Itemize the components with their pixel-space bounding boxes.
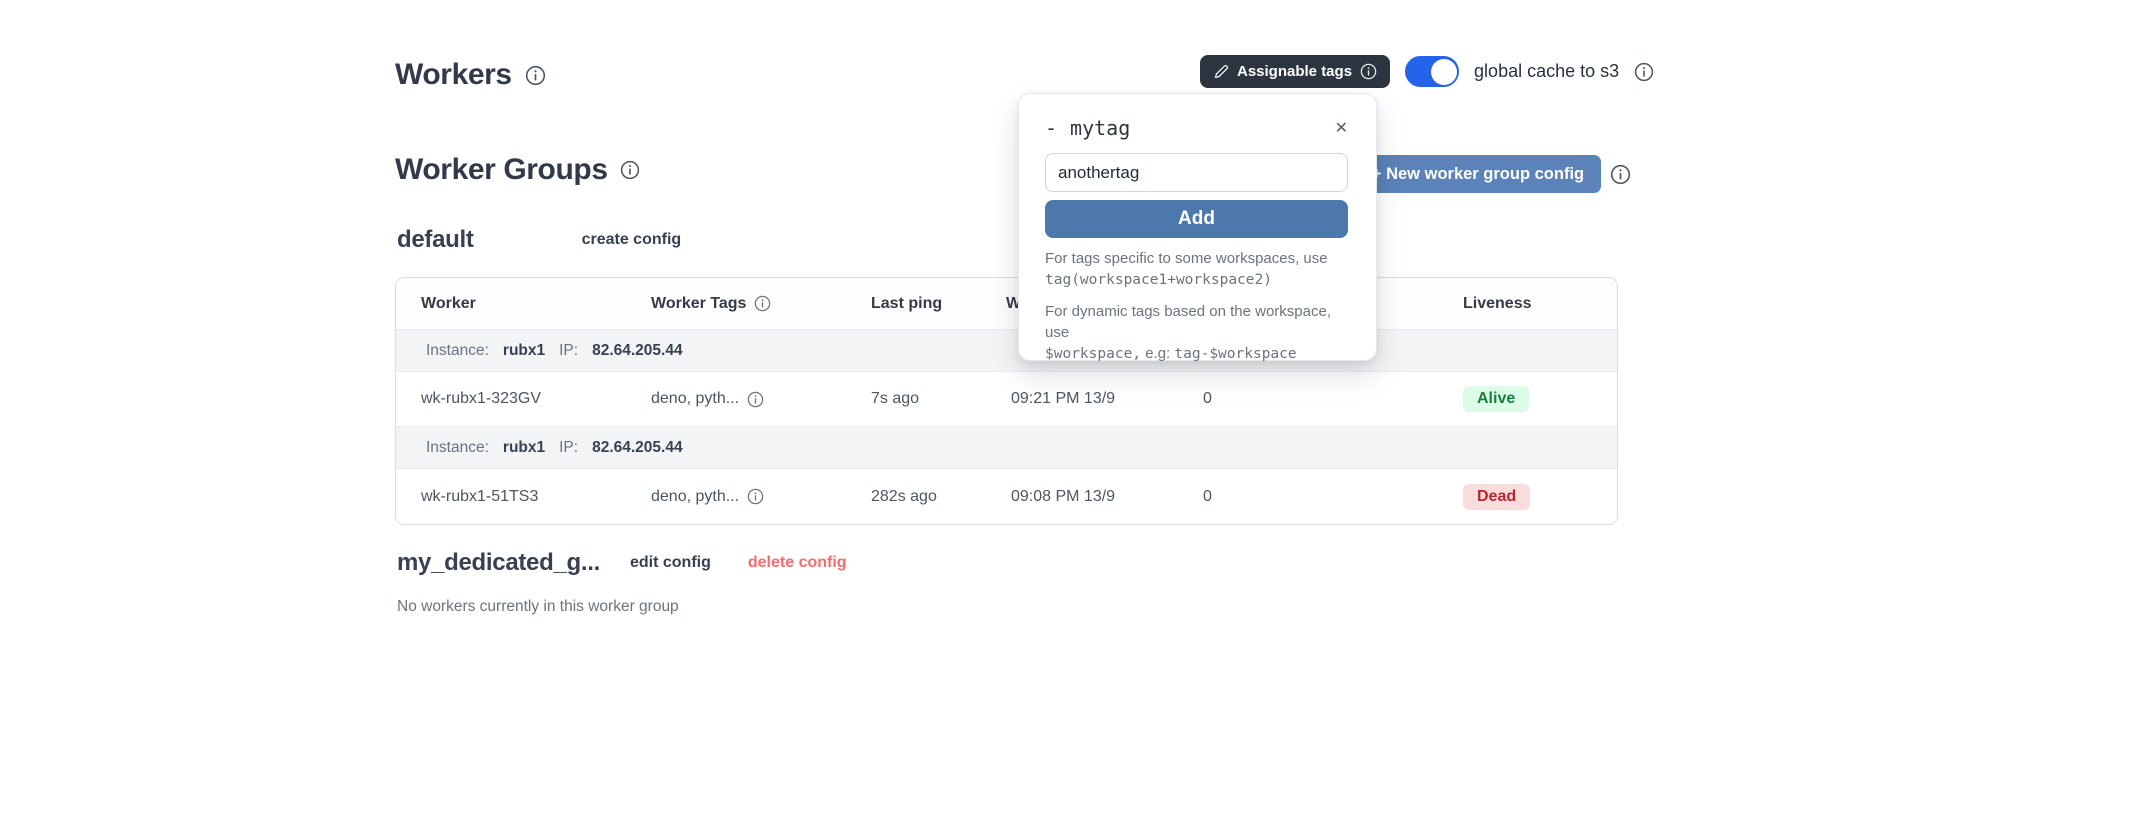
global-cache-info-icon[interactable]	[1634, 62, 1654, 82]
tags-info-icon[interactable]	[747, 488, 764, 505]
instance-label: Instance:	[426, 439, 489, 457]
ip-label: IP:	[559, 439, 578, 457]
tag-name: mytag	[1070, 116, 1130, 140]
tags-info-icon[interactable]	[747, 391, 764, 408]
assignable-tags-button[interactable]: Assignable tags	[1200, 55, 1390, 88]
liveness-cell: Alive	[1458, 386, 1617, 412]
worker-groups-info-icon[interactable]	[620, 160, 640, 180]
group-name-default: default	[397, 226, 474, 254]
page-title-row: Workers	[395, 58, 546, 92]
close-icon[interactable]: ✕	[1335, 118, 1348, 138]
pencil-icon	[1213, 64, 1229, 80]
edit-config-button[interactable]: edit config	[630, 554, 711, 572]
top-controls: Assignable tags global cache to s3	[1200, 55, 1654, 88]
help-code-workspaces: tag(workspace1+workspace2)	[1045, 272, 1272, 288]
help-code-tag-workspace: tag-$workspace	[1174, 346, 1296, 362]
new-config-info-icon[interactable]	[1610, 164, 1631, 185]
jobs-cell: 0	[1198, 488, 1458, 506]
worker-tags-info-icon[interactable]	[754, 295, 771, 312]
dedicated-group-row: my_dedicated_g... edit config delete con…	[397, 549, 847, 577]
new-worker-group-config-button[interactable]: + New worker group config	[1355, 155, 1601, 193]
instance-ip: 82.64.205.44	[592, 439, 683, 457]
worker-row: wk-rubx1-323GV deno, pyth... 7s ago 09:2…	[396, 372, 1617, 427]
col-header-last-ping: Last ping	[871, 295, 1006, 313]
delete-config-button[interactable]: delete config	[748, 554, 847, 572]
worker-tags-cell: deno, pyth...	[651, 390, 871, 408]
last-ping-cell: 7s ago	[871, 390, 1006, 408]
popup-help-workspaces: For tags specific to some workspaces, us…	[1045, 248, 1348, 291]
new-tag-input[interactable]	[1045, 153, 1348, 192]
instance-name: rubx1	[503, 342, 545, 360]
assignable-tags-info-icon	[1360, 63, 1377, 80]
workers-info-icon[interactable]	[525, 65, 546, 86]
assignable-tags-popup: - mytag ✕ Add For tags specific to some …	[1018, 93, 1377, 361]
status-badge-dead: Dead	[1463, 484, 1530, 510]
col-header-worker-tags: Worker Tags	[651, 295, 871, 313]
remove-tag-button[interactable]: -	[1045, 116, 1057, 140]
empty-group-message: No workers currently in this worker grou…	[397, 598, 679, 616]
add-tag-button[interactable]: Add	[1045, 200, 1348, 238]
jobs-cell: 0	[1198, 390, 1458, 408]
worker-tags-cell: deno, pyth...	[651, 488, 871, 506]
popup-header: - mytag ✕	[1045, 116, 1348, 140]
worker-row: wk-rubx1-51TS3 deno, pyth... 282s ago 09…	[396, 469, 1617, 524]
assignable-tags-label: Assignable tags	[1237, 63, 1352, 80]
worker-start-cell: 09:21 PM 13/9	[1006, 390, 1198, 408]
toggle-knob	[1431, 59, 1457, 85]
ip-label: IP:	[559, 342, 578, 360]
liveness-cell: Dead	[1458, 484, 1617, 510]
status-badge-alive: Alive	[1463, 386, 1529, 412]
help-code-workspace-var: $workspace,	[1045, 346, 1141, 362]
instance-name: rubx1	[503, 439, 545, 457]
worker-groups-controls: + New worker group config	[1355, 155, 1631, 193]
instance-row: Instance: rubx1 IP: 82.64.205.44	[396, 330, 1617, 372]
instance-label: Instance:	[426, 342, 489, 360]
default-group-row: default create config	[397, 226, 681, 254]
global-cache-toggle[interactable]	[1405, 56, 1459, 87]
worker-groups-heading: Worker Groups	[395, 153, 608, 187]
page-title: Workers	[395, 58, 512, 92]
worker-start-cell: 09:08 PM 13/9	[1006, 488, 1198, 506]
group-name-dedicated: my_dedicated_g...	[397, 549, 600, 577]
global-cache-label: global cache to s3	[1474, 61, 1619, 82]
worker-name: wk-rubx1-323GV	[421, 390, 651, 408]
create-config-button[interactable]: create config	[582, 231, 682, 249]
col-header-worker: Worker	[421, 295, 651, 313]
workers-table: Worker Worker Tags Last ping Worker star…	[395, 277, 1618, 525]
instance-row: Instance: rubx1 IP: 82.64.205.44	[396, 427, 1617, 469]
col-header-liveness: Liveness	[1458, 295, 1617, 313]
popup-help-dynamic: For dynamic tags based on the workspace,…	[1045, 301, 1348, 365]
instance-ip: 82.64.205.44	[592, 342, 683, 360]
worker-groups-heading-row: Worker Groups	[395, 153, 640, 187]
last-ping-cell: 282s ago	[871, 488, 1006, 506]
workers-page: Workers Assignable tags global cache to …	[0, 0, 2136, 835]
worker-name: wk-rubx1-51TS3	[421, 488, 651, 506]
table-header-row: Worker Worker Tags Last ping Worker star…	[396, 278, 1617, 330]
